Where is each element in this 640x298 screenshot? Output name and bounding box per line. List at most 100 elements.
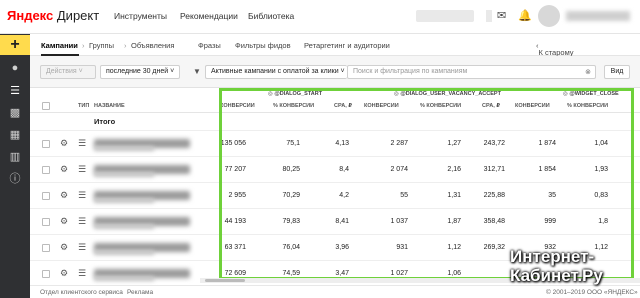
lightbulb-icon[interactable]: ● <box>0 57 30 79</box>
total-row: Итого <box>30 113 640 131</box>
campaigns-list-icon[interactable]: ☰ <box>0 79 30 101</box>
tab-ads[interactable]: Объявления <box>131 41 174 50</box>
nav-recommendations[interactable]: Рекомендации <box>180 11 238 21</box>
chat-icon[interactable]: ✉ <box>497 9 506 22</box>
cell-a1: 4,13 <box>335 140 349 147</box>
ads-link[interactable]: Реклама <box>127 289 153 296</box>
tab-feed-filters[interactable]: Фильтры фидов <box>235 41 291 50</box>
add-icon[interactable]: + <box>0 35 30 55</box>
col-conv-pct[interactable]: % КОНВЕРСИИ <box>567 103 608 109</box>
cell-p1: 70,29 <box>282 192 300 199</box>
cell-p2: 1,31 <box>447 192 461 199</box>
cell-a2: 225,88 <box>483 192 505 199</box>
cell-c2: 2 074 <box>390 166 408 173</box>
filter-icon[interactable]: ▼ <box>193 67 201 76</box>
total-label: Итого <box>94 117 116 126</box>
breadcrumb-sep: › <box>124 41 127 50</box>
bell-icon[interactable]: 🔔 <box>518 9 532 22</box>
col-conv[interactable]: КОНВЕРСИИ <box>220 103 255 109</box>
table-row[interactable]: ⚙ ☰ 2 955 70,29 4,2 55 1,31 225,88 35 0,83 <box>30 183 640 209</box>
table-row[interactable]: ⚙ ☰ 77 207 80,25 8,4 2 074 2,16 312,71 1 854 1,93 <box>30 157 640 183</box>
gear-icon[interactable]: ⚙ <box>60 164 68 175</box>
tab-phrases[interactable]: Фразы <box>198 41 221 50</box>
row-checkbox[interactable] <box>42 218 50 226</box>
stats-icon[interactable]: ▩ <box>0 101 30 123</box>
search-input[interactable]: Поиск и фильтрация по кампаниям ⊗ <box>347 65 596 79</box>
blurred-username[interactable] <box>566 11 630 21</box>
gear-icon[interactable]: ⚙ <box>60 242 68 253</box>
cell-p3: 1,04 <box>594 140 608 147</box>
cell-p3: 1,8 <box>598 218 608 225</box>
actions-dropdown[interactable]: Действия ˅ <box>40 65 96 79</box>
blurred-campaign-id <box>94 276 154 281</box>
cell-c1: 72 609 <box>224 270 246 277</box>
avatar[interactable] <box>538 5 560 27</box>
cell-c2: 2 287 <box>390 140 408 147</box>
row-checkbox[interactable] <box>42 166 50 174</box>
gear-icon[interactable]: ⚙ <box>60 216 68 227</box>
cell-p1: 79,83 <box>282 218 300 225</box>
cell-p1: 74,59 <box>282 270 300 277</box>
period-dropdown[interactable]: последние 30 дней ˅ <box>100 65 180 79</box>
watermark: Интернет-Кабинет.Ру <box>510 247 603 285</box>
campaign-type-icon: ☰ <box>78 138 87 148</box>
tab-groups[interactable]: Группы <box>89 41 114 50</box>
col-cpa[interactable]: CPA, ₽ <box>334 103 352 109</box>
campaign-type-icon: ☰ <box>78 216 87 226</box>
gear-icon[interactable]: ⚙ <box>60 190 68 201</box>
nav-library[interactable]: Библиотека <box>248 11 294 21</box>
cell-a1: 4,2 <box>339 192 349 199</box>
filter-bar: Действия ˅ последние 30 дней ˅ ▼ Активны… <box>30 56 640 88</box>
campaign-filter-chip[interactable]: Активные кампании с оплатой за клики ˅ <box>205 65 347 79</box>
group-header: ◎ @WIDGET_CLOSE <box>563 91 619 97</box>
cell-c3: 999 <box>544 218 556 225</box>
apps-grid-icon[interactable]: ▥ <box>0 145 30 167</box>
col-conv[interactable]: КОНВЕРСИИ <box>364 103 399 109</box>
select-all-checkbox[interactable] <box>42 102 50 110</box>
blurred-balance-extra <box>486 10 492 22</box>
screen: Яндекс Директ Инструменты Рекомендации Б… <box>0 0 640 298</box>
group-header: ◎ @DIALOG_USER_VACANCY_ACCEPT <box>394 91 501 97</box>
col-type[interactable]: ТИП <box>78 103 89 109</box>
blurred-campaign-id <box>94 224 154 229</box>
cell-a2: 243,72 <box>483 140 505 147</box>
gear-icon[interactable]: ⚙ <box>60 138 68 149</box>
row-checkbox[interactable] <box>42 270 50 278</box>
campaign-type-icon: ☰ <box>78 242 87 252</box>
cell-c2: 931 <box>396 244 408 251</box>
col-conv[interactable]: КОНВЕРСИИ <box>515 103 550 109</box>
row-checkbox[interactable] <box>42 140 50 148</box>
yandex-direct-logo[interactable]: Яндекс Директ <box>7 8 99 23</box>
blurred-campaign-id <box>94 198 154 203</box>
info-icon[interactable]: ⓘ <box>0 167 30 189</box>
blurred-balance <box>416 10 474 22</box>
table-row[interactable]: ⚙ ☰ 135 056 75,1 4,13 2 287 1,27 243,72 1 874 1,0… <box>30 131 640 157</box>
cell-a2: 312,71 <box>483 166 505 173</box>
cell-p2: 2,16 <box>447 166 461 173</box>
cell-c1: 2 955 <box>228 192 246 199</box>
goal-group-headers: ◎ @DIALOG_START ◎ @DIALOG_USER_VACANCY_A… <box>30 88 640 98</box>
row-checkbox[interactable] <box>42 192 50 200</box>
support-link[interactable]: Отдел клиентского сервиса <box>40 289 123 296</box>
cell-a1: 3,96 <box>335 244 349 251</box>
col-name[interactable]: НАЗВАНИЕ <box>94 103 125 109</box>
clear-icon[interactable]: ⊗ <box>585 68 591 76</box>
row-checkbox[interactable] <box>42 244 50 252</box>
table-icon[interactable]: ▦ <box>0 123 30 145</box>
table-row[interactable]: ⚙ ☰ 44 193 79,83 8,41 1 037 1,87 358,48 999 1,8 <box>30 209 640 235</box>
cell-p1: 76,04 <box>282 244 300 251</box>
col-cpa[interactable]: CPA, ₽ <box>482 103 500 109</box>
nav-tools[interactable]: Инструменты <box>114 11 167 21</box>
scrollbar-thumb[interactable] <box>205 279 245 282</box>
gear-icon[interactable]: ⚙ <box>60 268 68 279</box>
col-conv-pct[interactable]: % КОНВЕРСИИ <box>273 103 314 109</box>
tab-campaigns[interactable]: Кампании <box>41 41 78 50</box>
view-button[interactable]: Вид <box>604 65 630 79</box>
old-interface-link[interactable]: ‹ К старому интерфейсу <box>536 41 581 66</box>
campaign-type-icon: ☰ <box>78 268 87 278</box>
cell-c3: 1 874 <box>538 140 556 147</box>
cell-c2: 1 027 <box>390 270 408 277</box>
tab-retargeting[interactable]: Ретаргетинг и аудитории <box>304 41 390 50</box>
cell-c1: 63 371 <box>224 244 246 251</box>
col-conv-pct[interactable]: % КОНВЕРСИИ <box>420 103 461 109</box>
